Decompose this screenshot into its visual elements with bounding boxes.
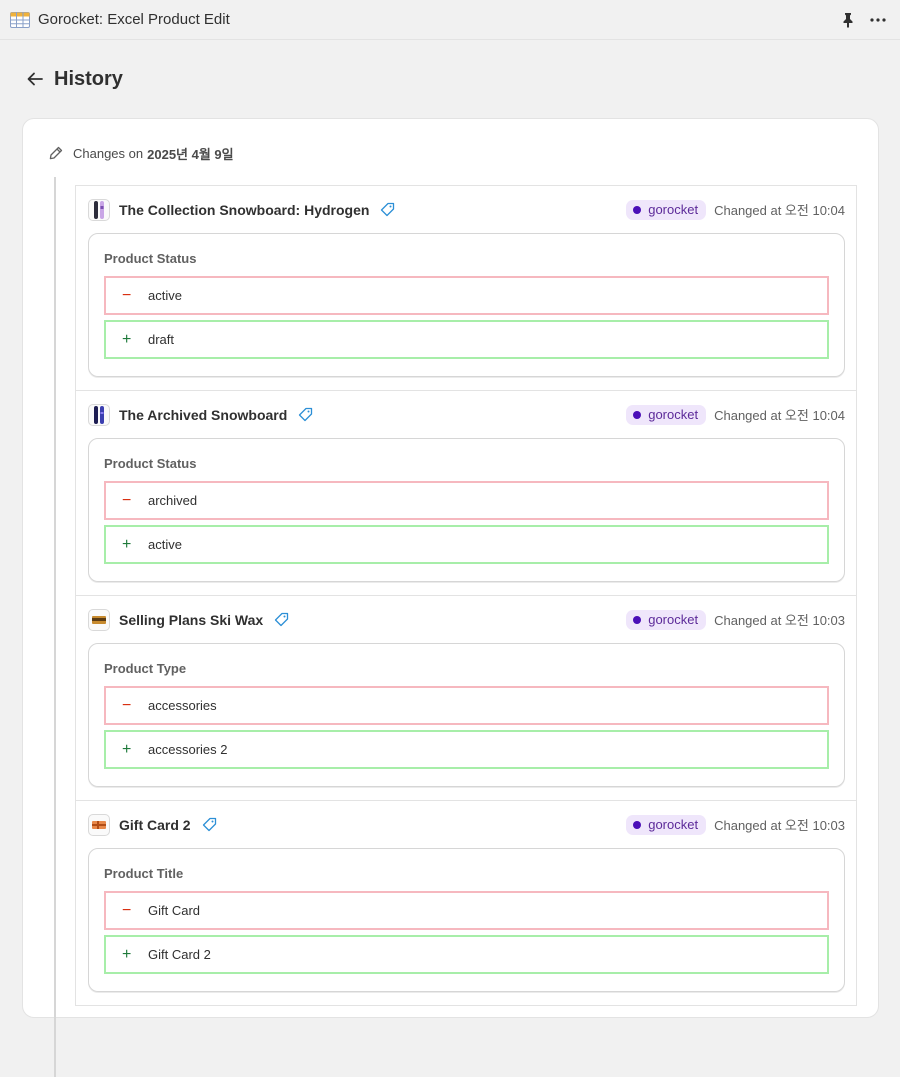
user-name: gorocket: [648, 407, 699, 422]
diff-box: Product Status − archived + active: [88, 438, 845, 582]
old-value-row: − Gift Card: [104, 891, 829, 930]
new-value-row: + active: [104, 525, 829, 564]
new-value: Gift Card 2: [148, 947, 211, 962]
entry-header: The Collection Snowboard: Hydrogen goroc…: [88, 186, 845, 233]
app-title: Gorocket: Excel Product Edit: [38, 11, 230, 28]
plus-icon: +: [122, 330, 132, 348]
history-card: Changes on 2025년 4월 9일 The Collection Sn…: [22, 118, 879, 1077]
old-value-row: − archived: [104, 481, 829, 520]
minus-icon: −: [122, 286, 132, 304]
timeline-line: [54, 177, 56, 1077]
product-thumbnail[interactable]: [88, 403, 110, 426]
pin-icon[interactable]: [836, 8, 860, 32]
new-value-row: + draft: [104, 320, 829, 359]
field-name: Product Status: [104, 456, 197, 471]
change-entry: The Archived Snowboard gorocket Changed …: [76, 391, 856, 596]
changed-at: Changed at 오전 10:04: [714, 408, 845, 423]
more-options-icon[interactable]: [866, 8, 890, 32]
product-thumbnail[interactable]: [88, 198, 110, 221]
diff-box: Product Status − active + draft: [88, 233, 845, 377]
field-name: Product Title: [104, 866, 184, 881]
user-badge: gorocket: [626, 404, 707, 425]
product-name[interactable]: Selling Plans Ski Wax: [119, 612, 263, 628]
old-value-row: − active: [104, 276, 829, 315]
change-entry: Selling Plans Ski Wax gorocket Changed a…: [76, 596, 856, 801]
user-badge: gorocket: [626, 814, 707, 835]
product-name[interactable]: The Collection Snowboard: Hydrogen: [119, 202, 369, 218]
tag-icon[interactable]: [380, 202, 395, 217]
user-name: gorocket: [648, 612, 699, 627]
minus-icon: −: [122, 491, 132, 509]
app-title-bar: Gorocket: Excel Product Edit: [0, 0, 900, 40]
user-badge: gorocket: [626, 199, 707, 220]
new-value-row: + Gift Card 2: [104, 935, 829, 974]
changes-date: 2025년 4월 9일: [147, 146, 234, 162]
diff-box: Product Type − accessories + accessories…: [88, 643, 845, 787]
new-value: draft: [148, 332, 175, 347]
badge-dot: [633, 205, 642, 214]
minus-icon: −: [122, 696, 132, 714]
minus-icon: −: [122, 901, 132, 919]
badge-dot: [633, 820, 642, 829]
change-entry: The Collection Snowboard: Hydrogen goroc…: [76, 186, 856, 391]
changed-at: Changed at 오전 10:04: [714, 203, 845, 218]
changes-date-heading: Changes on 2025년 4월 9일: [49, 143, 234, 163]
new-value: accessories 2: [148, 742, 228, 757]
tag-icon[interactable]: [298, 407, 313, 422]
product-name[interactable]: Gift Card 2: [119, 817, 191, 833]
user-badge: gorocket: [626, 609, 707, 630]
entry-header: The Archived Snowboard gorocket Changed …: [88, 391, 845, 438]
change-entry: Gift Card 2 gorocket Changed at 오전 10:03…: [76, 801, 856, 1006]
new-value-row: + accessories 2: [104, 730, 829, 769]
pencil-icon: [49, 146, 63, 160]
arrow-left-icon[interactable]: [24, 68, 46, 90]
new-value: active: [148, 537, 182, 552]
badge-dot: [633, 615, 642, 624]
diff-box: Product Title − Gift Card + Gift Card 2: [88, 848, 845, 992]
entry-header: Selling Plans Ski Wax gorocket Changed a…: [88, 596, 845, 643]
old-value-row: − accessories: [104, 686, 829, 725]
spreadsheet-icon: [10, 11, 30, 28]
field-name: Product Status: [104, 251, 197, 266]
changed-at: Changed at 오전 10:03: [714, 613, 845, 628]
badge-dot: [633, 410, 642, 419]
plus-icon: +: [122, 740, 132, 758]
plus-icon: +: [122, 535, 132, 553]
old-value: archived: [148, 493, 198, 508]
product-name[interactable]: The Archived Snowboard: [119, 407, 287, 423]
change-entries: The Collection Snowboard: Hydrogen goroc…: [75, 185, 857, 1006]
user-name: gorocket: [648, 817, 699, 832]
page-header: History: [0, 40, 900, 118]
changed-at: Changed at 오전 10:03: [714, 818, 845, 833]
old-value: accessories: [148, 698, 217, 713]
page-title: History: [54, 67, 123, 90]
old-value: active: [148, 288, 182, 303]
changes-prefix: Changes on: [73, 145, 144, 161]
user-name: gorocket: [648, 202, 699, 217]
product-thumbnail[interactable]: [88, 608, 110, 631]
tag-icon[interactable]: [202, 817, 217, 832]
plus-icon: +: [122, 945, 132, 963]
product-thumbnail[interactable]: [88, 813, 110, 836]
field-name: Product Type: [104, 661, 187, 676]
tag-icon[interactable]: [274, 612, 289, 627]
entry-header: Gift Card 2 gorocket Changed at 오전 10:03: [88, 801, 845, 848]
old-value: Gift Card: [148, 903, 201, 918]
